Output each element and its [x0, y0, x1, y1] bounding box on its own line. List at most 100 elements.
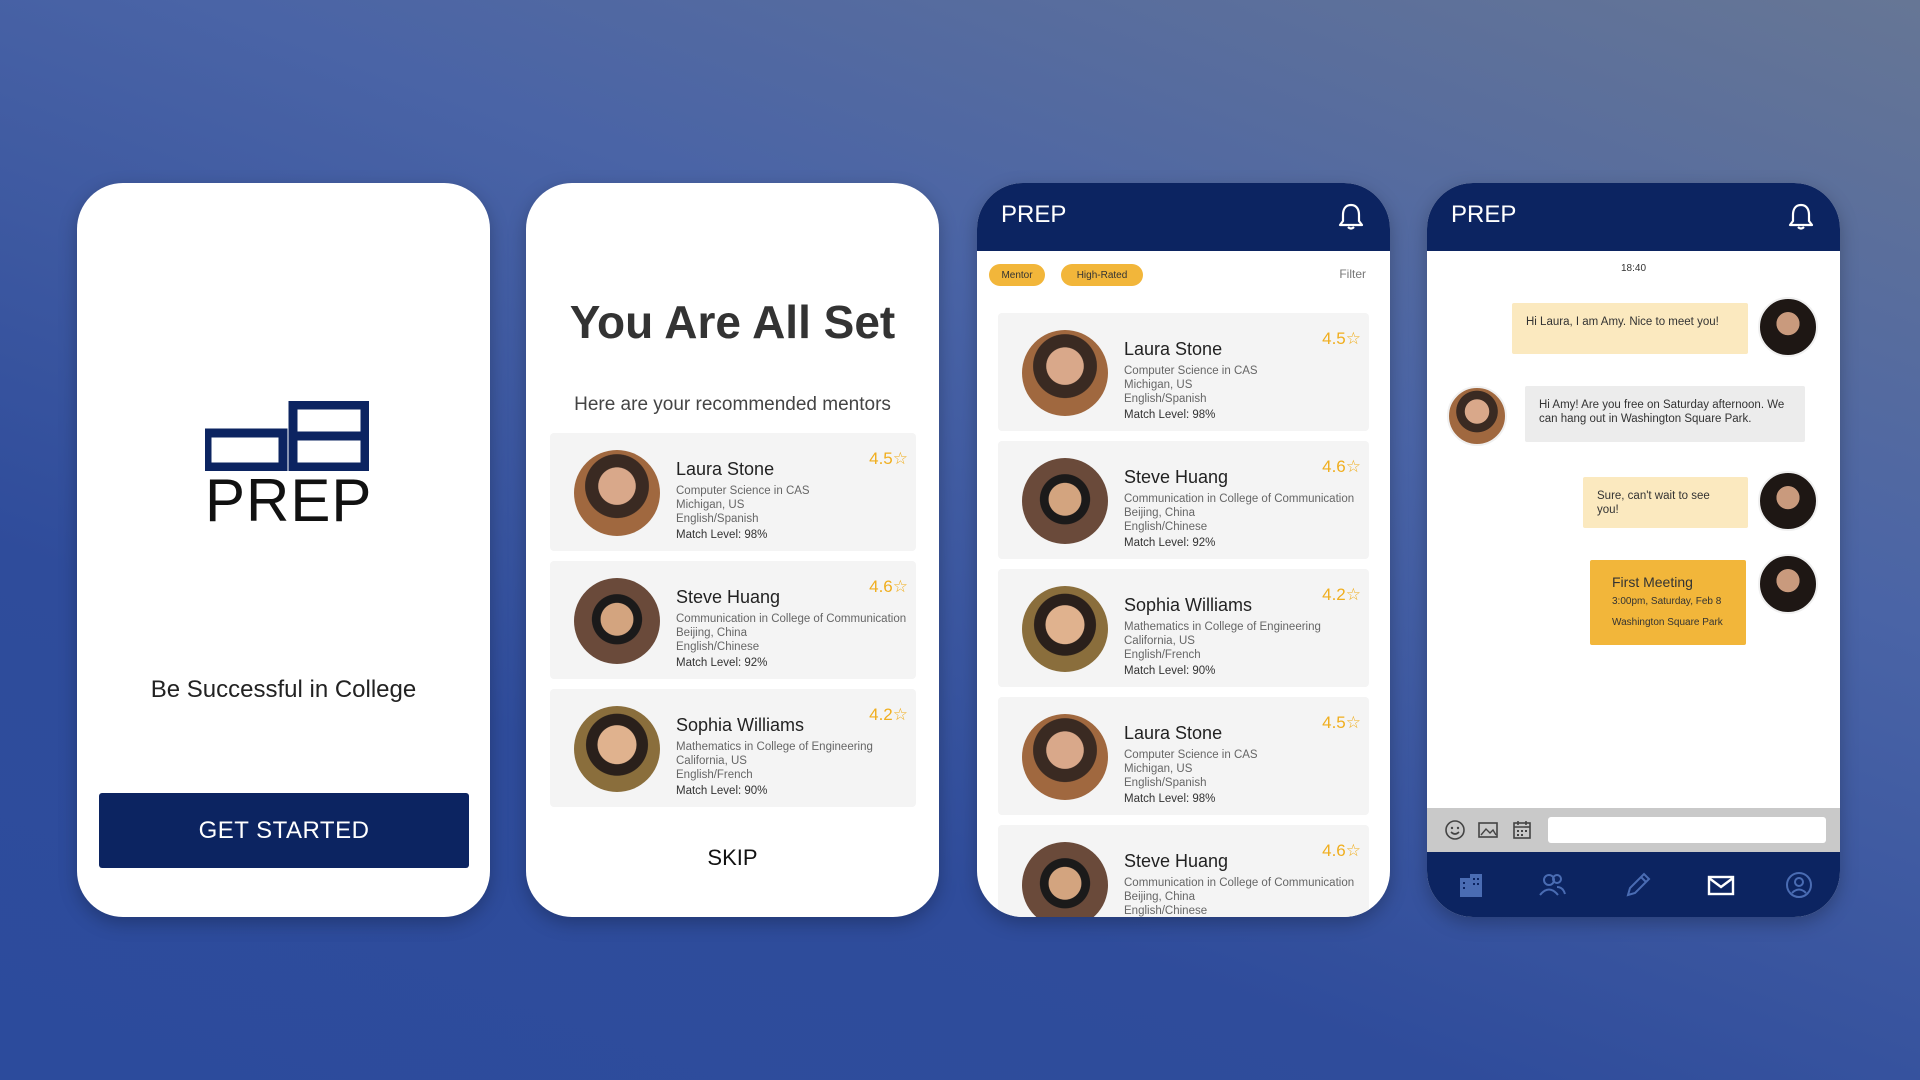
- chip-mentor[interactable]: Mentor: [989, 264, 1045, 286]
- mentor-major: Computer Science in CAS: [1124, 749, 1258, 761]
- avatar-amy: [1758, 297, 1818, 357]
- mentor-card[interactable]: Laura Stone 4.5☆ Computer Science in CAS Mi…: [998, 697, 1369, 815]
- mentor-major: Computer Science in CAS: [1124, 365, 1258, 377]
- mentor-location: Michigan, US: [1124, 379, 1193, 391]
- event-place: Washington Square Park: [1612, 617, 1723, 628]
- mentor-location: Beijing, China: [676, 627, 747, 639]
- mentor-name: Steve Huang: [1124, 851, 1229, 871]
- pencil-icon[interactable]: [1623, 870, 1653, 900]
- avatar-amy: [1758, 471, 1818, 531]
- message-bubble-me: Hi Laura, I am Amy. Nice to meet you!: [1512, 303, 1748, 354]
- mentor-rating: 4.6☆: [1322, 841, 1361, 860]
- mail-icon[interactable]: [1706, 870, 1736, 900]
- message-bubble-them: Hi Amy! Are you free on Saturday afterno…: [1525, 386, 1805, 442]
- mentor-major: Communication in College of Communicatio…: [676, 613, 907, 625]
- calendar-icon[interactable]: [1511, 819, 1533, 841]
- mentor-location: Beijing, China: [1124, 507, 1195, 519]
- mentor-list: Laura Stone 4.5☆ Computer Science in CAS Mi…: [977, 303, 1390, 917]
- mentor-match-level: Match Level: 98%: [1124, 409, 1216, 421]
- mentor-rating: 4.6☆: [1322, 457, 1361, 476]
- mentor-major: Mathematics in College of Engineering: [1124, 621, 1321, 633]
- mentor-languages: English/Chinese: [676, 641, 760, 653]
- mentor-name: Sophia Williams: [1124, 595, 1253, 615]
- mentor-avatar: [574, 578, 660, 664]
- mentor-location: Beijing, China: [1124, 891, 1195, 903]
- mentor-match-level: Match Level: 92%: [676, 657, 768, 669]
- mentor-rating: 4.2☆: [1322, 585, 1361, 604]
- mentor-avatar: [1022, 714, 1108, 800]
- app-title: PREP: [1451, 201, 1517, 228]
- mentor-card[interactable]: Sophia Williams 4.2☆ Mathematics in Colleg…: [550, 689, 916, 807]
- mentor-languages: English/Spanish: [676, 513, 759, 525]
- mentor-name: Laura Stone: [1124, 339, 1223, 359]
- mentor-name: Laura Stone: [1124, 723, 1223, 743]
- profile-icon[interactable]: [1784, 870, 1814, 900]
- mentor-major: Mathematics in College of Engineering: [676, 741, 873, 753]
- mentor-match-level: Match Level: 92%: [1124, 537, 1216, 549]
- mentor-location: California, US: [1124, 635, 1195, 647]
- mentor-rating: 4.5☆: [869, 449, 908, 468]
- mentor-card[interactable]: Laura Stone 4.5☆ Computer Science in CAS Mi…: [998, 313, 1369, 431]
- chat-input-bar: [1427, 808, 1840, 852]
- bell-icon[interactable]: [1338, 202, 1364, 230]
- get-started-button[interactable]: GET STARTED: [99, 793, 469, 868]
- mentor-match-level: Match Level: 90%: [676, 785, 768, 797]
- smiley-icon[interactable]: [1444, 819, 1466, 841]
- mentor-major: Computer Science in CAS: [676, 485, 810, 497]
- chat-message-input[interactable]: [1548, 817, 1826, 843]
- mentor-avatar: [574, 450, 660, 536]
- mentor-avatar: [1022, 586, 1108, 672]
- mentor-languages: English/Chinese: [1124, 521, 1208, 533]
- mentor-location: Michigan, US: [676, 499, 745, 511]
- event-time: 3:00pm, Saturday, Feb 8: [1612, 596, 1722, 607]
- bell-icon[interactable]: [1788, 202, 1814, 230]
- filter-button[interactable]: Filter: [1339, 267, 1366, 281]
- page-title: You Are All Set: [569, 296, 896, 348]
- logo-blocks-icon: [205, 401, 369, 471]
- mentor-major: Communication in College of Communicatio…: [1124, 877, 1355, 889]
- meeting-event-card[interactable]: First Meeting 3:00pm, Saturday, Feb 8 Wa…: [1590, 560, 1746, 645]
- building-icon[interactable]: [1456, 870, 1486, 900]
- image-icon[interactable]: [1477, 819, 1499, 841]
- bottom-tab-bar: [1427, 852, 1840, 917]
- mentor-card[interactable]: Laura Stone 4.5☆ Computer Science in CAS Mi…: [550, 433, 916, 551]
- chip-high-rated[interactable]: High-Rated: [1061, 264, 1143, 286]
- mentor-avatar: [574, 706, 660, 792]
- mentor-name: Steve Huang: [1124, 467, 1229, 487]
- recommendation-screen: You Are All Set Here are your recommende…: [526, 183, 939, 917]
- chat-timestamp: 18:40: [1620, 263, 1647, 274]
- tagline: Be Successful in College: [150, 676, 417, 703]
- mentor-location: California, US: [676, 755, 747, 767]
- avatar-laura: [1447, 386, 1507, 446]
- mentor-languages: English/French: [676, 769, 753, 781]
- message-bubble-me: Sure, can't wait to see you!: [1583, 477, 1748, 528]
- skip-button[interactable]: SKIP: [526, 845, 939, 871]
- mentor-list-screen: PREP Mentor High-Rated Filter Laura Ston…: [977, 183, 1390, 917]
- mentor-rating: 4.5☆: [1322, 329, 1361, 348]
- mentor-major: Communication in College of Communicatio…: [1124, 493, 1355, 505]
- mentor-match-level: Match Level: 90%: [1124, 665, 1216, 677]
- welcome-screen: PREP Be Successful in College GET STARTE…: [77, 183, 490, 917]
- mentor-match-level: Match Level: 98%: [676, 529, 768, 541]
- event-title: First Meeting: [1612, 574, 1693, 590]
- app-title: PREP: [1001, 201, 1067, 228]
- mentor-card[interactable]: Steve Huang 4.6☆ Communication in College …: [998, 825, 1369, 917]
- avatar-amy: [1758, 554, 1818, 614]
- mentor-rating: 4.2☆: [869, 705, 908, 724]
- mentor-languages: English/Spanish: [1124, 777, 1207, 789]
- mentor-card[interactable]: Steve Huang 4.6☆ Communication in College …: [550, 561, 916, 679]
- mentor-languages: English/Spanish: [1124, 393, 1207, 405]
- mentor-rating: 4.5☆: [1322, 713, 1361, 732]
- app-header: PREP: [1427, 183, 1840, 251]
- logo-text: PREP: [205, 467, 373, 534]
- mentor-avatar: [1022, 330, 1108, 416]
- mentor-avatar: [1022, 458, 1108, 544]
- prep-logo: PREP: [205, 401, 371, 531]
- mentor-avatar: [1022, 842, 1108, 917]
- mentor-location: Michigan, US: [1124, 763, 1193, 775]
- people-icon[interactable]: [1537, 870, 1567, 900]
- mentor-card[interactable]: Sophia Williams 4.2☆ Mathematics in Colleg…: [998, 569, 1369, 687]
- mentor-match-level: Match Level: 98%: [1124, 793, 1216, 805]
- page-subtitle: Here are your recommended mentors: [574, 394, 891, 415]
- mentor-card[interactable]: Steve Huang 4.6☆ Communication in College …: [998, 441, 1369, 559]
